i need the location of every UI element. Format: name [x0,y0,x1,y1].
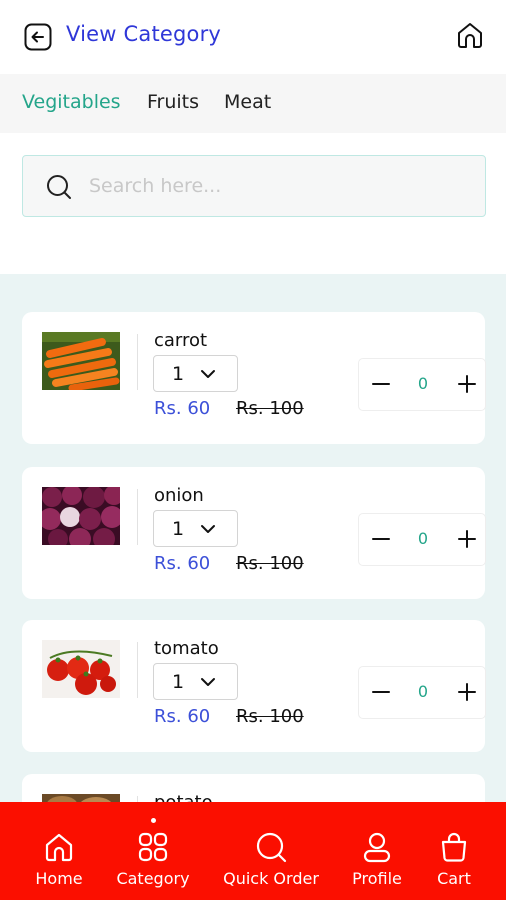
plus-icon[interactable] [455,680,479,704]
home-icon [458,23,482,48]
nav-label-cart: Cart [437,869,471,888]
potato-image [42,794,120,802]
quantity-select[interactable]: 1 [153,510,238,547]
quantity-stepper: 0 [358,358,486,411]
nav-category[interactable]: Category [110,802,196,900]
nav-cart[interactable]: Cart [424,802,484,900]
item-count: 0 [417,682,429,701]
bottom-nav: Home Category Quick Order Profile Cart [0,802,506,900]
product-list: carrot 1 Rs. 60 Rs. 100 0 onion 1 Rs. 60… [0,274,506,802]
tab-fruits[interactable]: Fruits [147,91,199,113]
quantity-value: 1 [172,518,185,540]
product-mrp: Rs. 100 [236,553,304,574]
chevron-down-icon [201,525,215,533]
minus-icon[interactable] [369,527,393,551]
nav-profile[interactable]: Profile [344,802,410,900]
quantity-stepper: 0 [358,666,486,719]
quantity-value: 1 [172,363,185,385]
product-card: onion 1 Rs. 60 Rs. 100 0 [22,467,486,599]
quantity-stepper: 0 [358,513,486,566]
tomato-image [42,640,120,698]
nav-label-category: Category [116,869,190,888]
product-mrp: Rs. 100 [236,706,304,727]
product-price: Rs. 60 [154,398,211,419]
home-button[interactable] [455,20,485,50]
search-icon [256,832,287,863]
nav-label-quick-order: Quick Order [223,869,319,888]
product-name: onion [154,485,204,506]
minus-icon[interactable] [369,680,393,704]
onion-image [42,487,120,545]
card-divider [137,642,138,698]
carrot-image [42,332,120,390]
product-card: carrot 1 Rs. 60 Rs. 100 0 [22,312,486,444]
product-name: potato [154,792,213,802]
active-indicator [151,818,156,823]
search-bar [22,155,486,217]
minus-icon[interactable] [369,372,393,396]
nav-home[interactable]: Home [24,802,94,900]
back-arrow-icon [24,23,52,51]
cart-icon [441,832,467,862]
product-price: Rs. 60 [154,553,211,574]
chevron-down-icon [201,370,215,378]
home-icon [45,833,73,862]
product-mrp: Rs. 100 [236,398,304,419]
card-divider [137,334,138,390]
category-tabs: Vegitables Fruits Meat [0,74,506,133]
back-button[interactable] [24,23,52,51]
product-price: Rs. 60 [154,706,211,727]
plus-icon[interactable] [455,527,479,551]
nav-label-profile: Profile [352,869,402,888]
category-icon [138,832,168,862]
search-icon [47,175,71,199]
quantity-select[interactable]: 1 [153,355,238,392]
tab-meat[interactable]: Meat [224,91,271,113]
item-count: 0 [417,529,429,548]
nav-quick-order[interactable]: Quick Order [218,802,324,900]
product-name: carrot [154,330,208,351]
nav-label-home: Home [35,869,83,888]
profile-icon [363,832,391,863]
product-card: potato [22,774,485,802]
card-divider [137,489,138,545]
quantity-value: 1 [172,671,185,693]
quantity-select[interactable]: 1 [153,663,238,700]
item-count: 0 [417,374,429,393]
tab-vegitables[interactable]: Vegitables [22,91,121,113]
plus-icon[interactable] [455,372,479,396]
app-header: View Category [0,0,506,74]
search-input[interactable] [89,170,459,202]
page-title: View Category [66,22,222,46]
product-name: tomato [154,638,219,659]
product-card: tomato 1 Rs. 60 Rs. 100 0 [22,620,486,752]
chevron-down-icon [201,678,215,686]
